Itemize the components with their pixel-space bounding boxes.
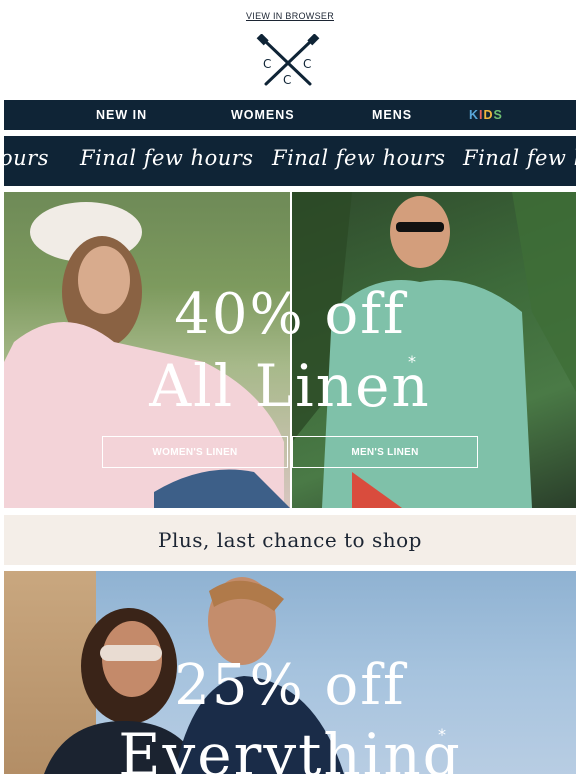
main-nav: NEW IN WOMENS MENS KIDS xyxy=(4,100,576,130)
nav-new-in[interactable]: NEW IN xyxy=(96,108,147,122)
hero2-title-line2: Everything xyxy=(118,721,462,774)
logo-letter-left: C xyxy=(263,57,271,71)
everything-hero[interactable]: 25% off Everything * xyxy=(4,571,576,774)
promo-ticker[interactable]: ours Final few hours Final few hours Fin… xyxy=(4,136,576,186)
kids-letter: S xyxy=(493,108,503,122)
ticker-text-4: Final few h xyxy=(463,146,576,170)
hero-asterisk: * xyxy=(408,352,416,371)
last-chance-strip: Plus, last chance to shop xyxy=(4,515,576,565)
top-bar: VIEW IN BROWSER xyxy=(0,6,580,24)
mens-linen-button[interactable]: MEN'S LINEN xyxy=(292,436,478,468)
view-in-browser-link[interactable]: VIEW IN BROWSER xyxy=(246,11,334,21)
logo-letter-bottom: C xyxy=(283,73,291,87)
hero2-asterisk: * xyxy=(438,725,446,744)
hero-title-line1: 40% off xyxy=(174,282,406,347)
kids-letter: K xyxy=(469,108,480,122)
brand-logo[interactable]: C C C xyxy=(254,34,322,90)
kids-letter: D xyxy=(483,108,494,122)
logo-letter-right: C xyxy=(303,57,311,71)
linen-hero[interactable]: 40% off All Linen * WOMEN'S LINEN MEN'S … xyxy=(4,192,576,508)
hero-title-line2: All Linen xyxy=(149,352,431,420)
womens-linen-button[interactable]: WOMEN'S LINEN xyxy=(102,436,288,468)
nav-mens[interactable]: MENS xyxy=(372,108,412,122)
hero2-title-line1: 25% off xyxy=(174,653,406,718)
nav-kids[interactable]: KIDS xyxy=(469,108,503,122)
ticker-text-3: Final few hours xyxy=(272,146,446,170)
ticker-text-2: Final few hours xyxy=(80,146,254,170)
ticker-text-1: ours xyxy=(4,146,49,170)
last-chance-text: Plus, last chance to shop xyxy=(158,528,422,552)
nav-womens[interactable]: WOMENS xyxy=(231,108,295,122)
